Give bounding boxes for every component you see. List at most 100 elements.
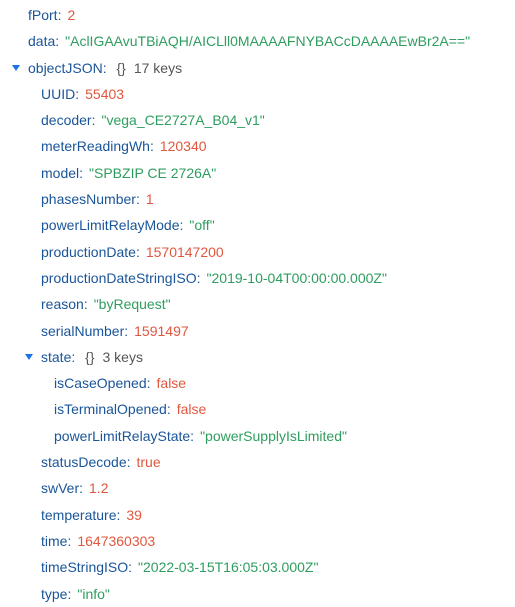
tree-value: "2019-10-04T00:00:00.000Z" bbox=[206, 269, 387, 286]
tree-row-productionDate[interactable]: productionDate: 1570147200 bbox=[0, 239, 515, 265]
tree-value: 1647360303 bbox=[77, 532, 156, 549]
tree-value: 55403 bbox=[85, 85, 125, 102]
tree-value: "AclIGAAvuTBiAQH/AICLll0MAAAAFNYBACcDAAA… bbox=[65, 33, 471, 50]
caret-down-icon[interactable] bbox=[24, 344, 34, 370]
tree-colon: : bbox=[166, 401, 171, 418]
tree-key: powerLimitRelayState bbox=[54, 427, 191, 444]
tree-colon: : bbox=[71, 348, 76, 365]
tree-row-swVer[interactable]: swVer: 1.2 bbox=[0, 475, 515, 501]
tree-row-meterReadingWh[interactable]: meterReadingWh: 120340 bbox=[0, 133, 515, 159]
tree-key: statusDecode bbox=[41, 454, 127, 471]
objectJSON-children-after: statusDecode: true swVer: 1.2 temperature: 39… bbox=[0, 449, 515, 607]
tree-value: "2022-03-15T16:05:03.000Z" bbox=[138, 559, 319, 576]
tree-row-productionDateStringISO[interactable]: productionDateStringISO: "2019-10-04T00:0… bbox=[0, 265, 515, 291]
tree-value: 1 bbox=[145, 191, 154, 208]
tree-row-isCaseOpened[interactable]: isCaseOpened: false bbox=[0, 370, 515, 396]
tree-value: "off" bbox=[189, 217, 215, 234]
tree-row-time[interactable]: time: 1647360303 bbox=[0, 528, 515, 554]
tree-key: fPort bbox=[28, 7, 58, 23]
tree-node-state[interactable]: state: {} 3 keys bbox=[0, 344, 515, 370]
tree-row-data[interactable]: data: "AclIGAAvuTBiAQH/AICLll0MAAAAFNYBAC… bbox=[0, 28, 515, 54]
tree-colon: : bbox=[135, 191, 140, 208]
tree-value: 1570147200 bbox=[145, 243, 224, 260]
tree-colon: : bbox=[79, 480, 84, 497]
key-count: 17 keys bbox=[133, 59, 183, 76]
tree-colon: : bbox=[146, 375, 151, 392]
tree-key: reason bbox=[41, 296, 84, 313]
tree-key: UUID bbox=[41, 85, 76, 102]
tree-value: 39 bbox=[126, 506, 142, 523]
tree-value: "vega_CE2727A_B04_v1" bbox=[101, 112, 265, 129]
tree-key: time bbox=[41, 532, 68, 549]
tree-row-serialNumber[interactable]: serialNumber: 1591497 bbox=[0, 318, 515, 344]
tree-colon: : bbox=[79, 164, 84, 181]
tree-colon: : bbox=[75, 85, 80, 102]
object-brace: {} bbox=[85, 348, 95, 365]
tree-colon: : bbox=[83, 296, 88, 313]
tree-colon: : bbox=[128, 559, 133, 576]
tree-colon: : bbox=[116, 506, 121, 523]
tree-colon: : bbox=[102, 59, 107, 76]
tree-colon: : bbox=[67, 585, 72, 602]
state-children: isCaseOpened: false isTerminalOpened: false… bbox=[0, 370, 515, 449]
tree-key: temperature bbox=[41, 506, 117, 523]
tree-value: "SPBZIP CE 2726A" bbox=[89, 164, 217, 181]
tree-key: timeStringISO bbox=[41, 559, 129, 576]
tree-key: powerLimitRelayMode bbox=[41, 217, 180, 234]
tree-colon: : bbox=[179, 217, 184, 234]
tree-value: true bbox=[136, 454, 161, 471]
tree-key: state bbox=[41, 348, 72, 365]
tree-key: isCaseOpened bbox=[54, 375, 147, 392]
tree-row-UUID[interactable]: UUID: 55403 bbox=[0, 81, 515, 107]
tree-colon: : bbox=[91, 112, 96, 129]
tree-value: 1.2 bbox=[89, 480, 109, 497]
tree-row-timeStringISO[interactable]: timeStringISO: "2022-03-15T16:05:03.000Z" bbox=[0, 554, 515, 580]
tree-key: serialNumber bbox=[41, 322, 125, 339]
tree-key: swVer bbox=[41, 480, 80, 497]
tree-colon: : bbox=[149, 138, 154, 155]
tree-key: productionDateStringISO bbox=[41, 269, 197, 286]
tree-colon: : bbox=[190, 427, 195, 444]
tree-value: 120340 bbox=[159, 138, 207, 155]
tree-value: 1591497 bbox=[134, 322, 189, 339]
objectJSON-children: UUID: 55403 decoder: "vega_CE2727A_B04_v1" m… bbox=[0, 81, 515, 344]
tree-key: type bbox=[41, 585, 68, 602]
tree-colon: : bbox=[67, 532, 72, 549]
tree-row-powerLimitRelayState[interactable]: powerLimitRelayState: "powerSupplyIsLimit… bbox=[0, 423, 515, 449]
tree-key: phasesNumber bbox=[41, 191, 136, 208]
key-count: 3 keys bbox=[102, 348, 143, 365]
tree-colon: : bbox=[135, 243, 140, 260]
tree-value: false bbox=[176, 401, 207, 418]
tree-value: "powerSupplyIsLimited" bbox=[200, 427, 347, 444]
tree-key: isTerminalOpened bbox=[54, 401, 167, 418]
tree-key: model bbox=[41, 164, 80, 181]
tree-colon: : bbox=[126, 454, 131, 471]
tree-row-reason[interactable]: reason: "byRequest" bbox=[0, 291, 515, 317]
tree-value: "byRequest" bbox=[93, 296, 171, 313]
tree-value: 2 bbox=[67, 7, 76, 23]
tree-row-model[interactable]: model: "SPBZIP CE 2726A" bbox=[0, 160, 515, 186]
tree-key: productionDate bbox=[41, 243, 136, 260]
json-tree-viewer: fPort: 2 data: "AclIGAAvuTBiAQH/AICLll0MAA… bbox=[0, 0, 515, 607]
tree-row-phasesNumber[interactable]: phasesNumber: 1 bbox=[0, 186, 515, 212]
tree-row-fPort[interactable]: fPort: 2 bbox=[0, 2, 515, 28]
tree-row-statusDecode[interactable]: statusDecode: true bbox=[0, 449, 515, 475]
caret-down-icon[interactable] bbox=[11, 55, 21, 81]
object-brace: {} bbox=[116, 59, 126, 76]
tree-colon: : bbox=[55, 33, 60, 50]
tree-key: decoder bbox=[41, 112, 92, 129]
tree-key: data bbox=[28, 33, 56, 50]
tree-colon: : bbox=[124, 322, 129, 339]
tree-value: "info" bbox=[77, 585, 110, 602]
tree-colon: : bbox=[196, 269, 201, 286]
tree-row-temperature[interactable]: temperature: 39 bbox=[0, 502, 515, 528]
tree-row-decoder[interactable]: decoder: "vega_CE2727A_B04_v1" bbox=[0, 107, 515, 133]
tree-row-isTerminalOpened[interactable]: isTerminalOpened: false bbox=[0, 396, 515, 422]
tree-node-objectJSON[interactable]: objectJSON: {} 17 keys bbox=[0, 55, 515, 81]
tree-row-type[interactable]: type: "info" bbox=[0, 581, 515, 607]
tree-key: meterReadingWh bbox=[41, 138, 150, 155]
tree-row-powerLimitRelayMode[interactable]: powerLimitRelayMode: "off" bbox=[0, 212, 515, 238]
tree-key: objectJSON bbox=[28, 59, 103, 76]
tree-value: false bbox=[156, 375, 187, 392]
tree-colon: : bbox=[57, 7, 62, 23]
